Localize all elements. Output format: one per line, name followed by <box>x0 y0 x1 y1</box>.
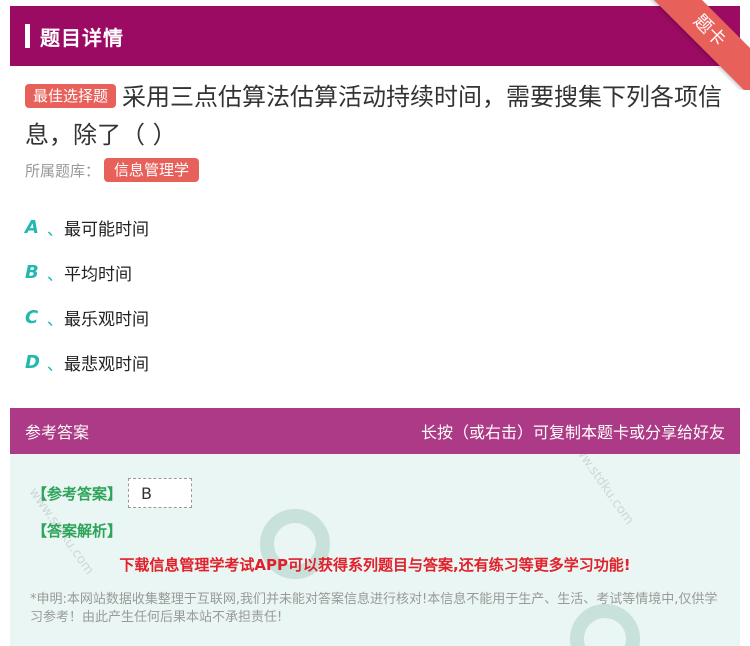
answer-panel: www.stdku.com www.stdku.com 【参考答案】 B 【答案… <box>10 454 740 646</box>
answer-header: 参考答案 长按（或右击）可复制本题卡或分享给好友 <box>10 408 740 454</box>
reference-answer-value: B <box>128 478 193 508</box>
bank-tag[interactable]: 信息管理学 <box>104 158 200 182</box>
reference-answer-label: 【参考答案】 <box>32 484 123 503</box>
option-c[interactable]: C 、 最乐观时间 <box>25 295 149 340</box>
question-stem: 最佳选择题 采用三点估算法估算活动持续时间，需要搜集下列各项信息，除了（ ） <box>25 78 725 154</box>
question-text: 采用三点估算法估算活动持续时间，需要搜集下列各项信息，除了（ ） <box>25 83 723 149</box>
option-separator: 、 <box>47 219 64 239</box>
option-separator: 、 <box>47 354 64 374</box>
option-separator: 、 <box>47 264 64 284</box>
option-text: 最悲观时间 <box>64 355 149 375</box>
option-letter: B <box>25 262 39 283</box>
option-text: 最可能时间 <box>64 220 149 240</box>
option-b[interactable]: B 、 平均时间 <box>25 250 149 295</box>
question-card-ribbon[interactable]: 题卡 <box>640 0 750 90</box>
option-letter: A <box>25 217 39 238</box>
option-text: 平均时间 <box>64 265 132 285</box>
option-d[interactable]: D 、 最悲观时间 <box>25 340 149 385</box>
option-a[interactable]: A 、 最可能时间 <box>25 205 149 250</box>
share-hint[interactable]: 长按（或右击）可复制本题卡或分享给好友 <box>421 419 725 443</box>
option-letter: C <box>25 307 39 328</box>
answer-header-title: 参考答案 <box>25 423 90 442</box>
disclaimer: *申明:本网站数据收集整理于互联网,我们并未能对答案信息进行核对!本信息不能用于… <box>30 592 718 625</box>
page-header: 题目详情 <box>10 6 740 66</box>
options-list: A 、 最可能时间 B 、 平均时间 C 、 最乐观时间 D 、 最悲观时间 <box>25 205 149 385</box>
question-type-badge: 最佳选择题 <box>25 84 117 108</box>
question-bank: 所属题库： 信息管理学 <box>25 158 200 182</box>
option-text: 最乐观时间 <box>64 310 149 330</box>
analysis-label: 【答案解析】 <box>32 522 123 540</box>
page-title: 题目详情 <box>40 25 124 50</box>
ribbon-label[interactable]: 题卡 <box>643 0 750 90</box>
watermark-text: www.stdku.com <box>565 454 637 528</box>
reference-answer-row: 【参考答案】 B <box>32 478 193 508</box>
option-separator: 、 <box>47 309 64 329</box>
header-accent-bar <box>25 24 30 48</box>
option-letter: D <box>25 352 40 373</box>
app-download-promo[interactable]: 下载信息管理学考试APP可以获得系列题目与答案,还有练习等更多学习功能! <box>10 554 740 575</box>
bank-label: 所属题库： <box>25 161 101 180</box>
